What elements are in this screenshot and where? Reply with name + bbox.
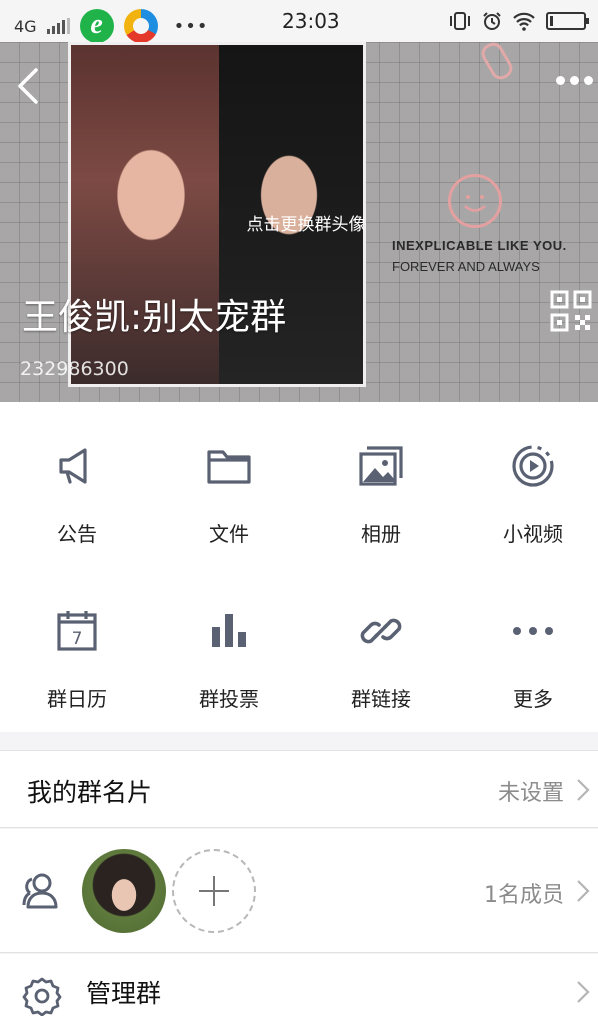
feature-link[interactable]: 群链接 xyxy=(306,567,456,732)
feature-files[interactable]: 文件 xyxy=(154,402,304,567)
feature-calendar[interactable]: 7 群日历 xyxy=(2,567,152,732)
status-bar: 4G e ••• 23:03 xyxy=(0,0,598,43)
signal-icon xyxy=(46,18,70,34)
video-icon xyxy=(509,442,557,490)
group-name: 王俊凯:别太宠群 xyxy=(22,297,287,338)
feature-label: 公告 xyxy=(57,522,97,546)
calendar-icon: 7 xyxy=(53,607,101,655)
chevron-right-icon xyxy=(577,779,590,801)
feature-label: 群投票 xyxy=(199,687,259,711)
gear-icon xyxy=(22,977,62,1016)
link-icon xyxy=(357,607,405,655)
members-row[interactable]: 1名成员 xyxy=(0,829,598,953)
feature-label: 相册 xyxy=(361,522,401,546)
feature-grid: 公告 文件 相册 小视频 7 群日历 群投票 群链接 更多 xyxy=(0,402,598,732)
manage-group-row[interactable]: 管理群 xyxy=(0,954,598,1024)
chevron-right-icon xyxy=(577,981,590,1003)
manage-group-title: 管理群 xyxy=(86,979,162,1008)
feature-label: 群链接 xyxy=(351,687,411,711)
add-member-button[interactable] xyxy=(172,849,256,933)
group-cover[interactable]: INEXPLICABLE LIKE YOU. FOREVER AND ALWAY… xyxy=(0,42,598,402)
my-group-card-title: 我的群名片 xyxy=(27,778,153,807)
member-avatar[interactable] xyxy=(82,849,166,933)
megaphone-icon xyxy=(53,442,101,490)
wifi-icon xyxy=(513,12,535,31)
folder-icon xyxy=(205,442,253,490)
my-group-card-row[interactable]: 我的群名片 未设置 xyxy=(0,750,598,828)
feature-label: 更多 xyxy=(513,687,553,711)
feature-label: 文件 xyxy=(209,522,249,546)
network-type: 4G xyxy=(14,16,37,36)
feature-announcement[interactable]: 公告 xyxy=(2,402,152,567)
feature-short-video[interactable]: 小视频 xyxy=(458,402,598,567)
back-arrow-icon[interactable] xyxy=(14,64,42,108)
qr-code-icon[interactable] xyxy=(550,290,592,332)
feature-label: 小视频 xyxy=(503,522,563,546)
more-icon xyxy=(509,607,557,655)
feature-label: 群日历 xyxy=(47,687,107,711)
feature-album[interactable]: 相册 xyxy=(306,402,456,567)
member-count: 1名成员 xyxy=(484,883,564,908)
feature-more[interactable]: 更多 xyxy=(458,567,598,732)
more-options-icon[interactable] xyxy=(556,76,593,85)
album-icon xyxy=(357,442,405,490)
group-id: 232986300 xyxy=(20,358,129,380)
alarm-icon xyxy=(483,12,501,30)
paperclip-decoration xyxy=(477,42,517,83)
members-icon xyxy=(22,873,58,909)
change-avatar-hint[interactable]: 点击更换群头像 xyxy=(0,210,598,235)
calendar-day: 7 xyxy=(72,629,83,649)
vibrate-icon xyxy=(450,12,470,30)
poster-text: INEXPLICABLE LIKE YOU. FOREVER AND ALWAY… xyxy=(392,238,567,274)
battery-icon xyxy=(546,12,589,30)
notification-overflow: ••• xyxy=(173,15,209,37)
my-group-card-value: 未设置 xyxy=(497,781,564,806)
clock: 23:03 xyxy=(282,9,340,33)
vote-chart-icon xyxy=(205,607,253,655)
browser-ring-icon xyxy=(123,9,158,43)
feature-vote[interactable]: 群投票 xyxy=(154,567,304,732)
chevron-right-icon xyxy=(577,880,590,902)
browser-e-icon: e xyxy=(79,9,114,43)
